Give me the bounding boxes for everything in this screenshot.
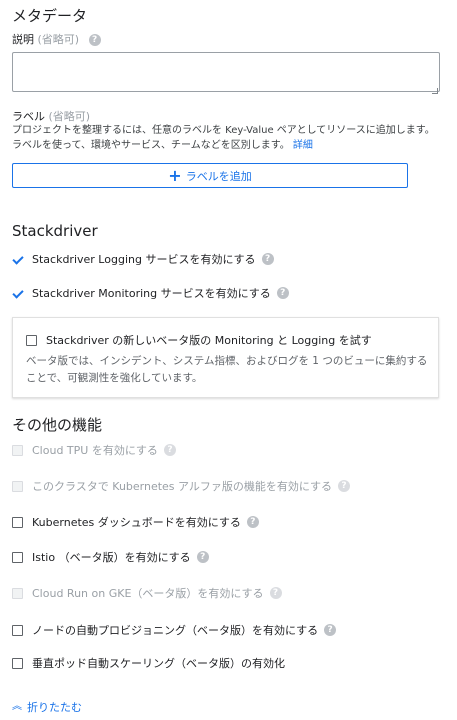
cloud-run-checkbox — [12, 587, 23, 599]
vpa-label: 垂直ポッド自動スケーリング（ベータ版）の有効化 — [32, 657, 285, 670]
cloud-run-option: Cloud Run on GKE（ベータ版）を有効にする ? — [12, 585, 282, 601]
help-icon[interactable]: ? — [276, 287, 289, 299]
alpha-features-option: このクラスタで Kubernetes アルファ版の機能を有効にする ? — [12, 478, 351, 494]
logging-label: Stackdriver Logging サービスを有効にする — [32, 253, 256, 266]
cloud-tpu-option: Cloud TPU を有効にする ? — [12, 442, 176, 458]
node-autoprovisioning-option[interactable]: ノードの自動プロビジョニング（ベータ版）を有効にする ? — [12, 622, 337, 638]
help-icon[interactable]: ? — [269, 587, 282, 599]
monitoring-option[interactable]: Stackdriver Monitoring サービスを有効にする ? — [12, 285, 289, 301]
dashboard-label: Kubernetes ダッシュボードを有効にする — [32, 516, 241, 529]
description-label-row: 説明 (省略可) ? — [12, 31, 101, 47]
alpha-features-label: このクラスタで Kubernetes アルファ版の機能を有効にする — [32, 480, 333, 493]
cloud-tpu-label: Cloud TPU を有効にする — [32, 444, 158, 457]
help-icon[interactable]: ? — [338, 480, 351, 492]
vpa-option[interactable]: 垂直ポッド自動スケーリング（ベータ版）の有効化 — [12, 655, 285, 671]
help-icon[interactable]: ? — [324, 624, 337, 636]
help-icon[interactable]: ? — [88, 34, 101, 46]
labels-hint: プロジェクトを整理するには、任意のラベルを Key-Value ペアとしてリソー… — [12, 123, 444, 153]
cloud-run-label: Cloud Run on GKE（ベータ版）を有効にする — [32, 587, 264, 600]
monitoring-label: Stackdriver Monitoring サービスを有効にする — [32, 287, 271, 300]
learn-more-link[interactable]: 詳細 — [293, 140, 313, 151]
dashboard-checkbox[interactable] — [12, 516, 23, 528]
labels-label-row: ラベル (省略可) — [12, 108, 90, 124]
istio-option[interactable]: Istio （ベータ版）を有効にする ? — [12, 549, 209, 565]
dashboard-option[interactable]: Kubernetes ダッシュボードを有効にする ? — [12, 514, 259, 530]
beta-option[interactable]: Stackdriver の新しいベータ版の Monitoring と Loggi… — [26, 332, 372, 348]
labels-label: ラベル — [12, 110, 45, 123]
description-field[interactable] — [12, 52, 440, 92]
description-label: 説明 — [12, 33, 34, 46]
alpha-features-checkbox — [12, 480, 23, 492]
beta-description: ベータ版では、インシデント、システム指標、およびログを 1 つのビューに集約する… — [26, 355, 428, 384]
help-icon[interactable]: ? — [196, 551, 209, 563]
vpa-checkbox[interactable] — [12, 657, 23, 669]
help-icon[interactable]: ? — [246, 516, 259, 528]
monitoring-checkbox[interactable] — [12, 287, 23, 299]
stackdriver-beta-card: Stackdriver の新しいベータ版の Monitoring と Loggi… — [12, 317, 439, 398]
resize-handle-icon[interactable] — [432, 88, 438, 94]
istio-label: Istio （ベータ版）を有効にする — [32, 551, 191, 564]
cloud-tpu-checkbox — [12, 444, 23, 456]
add-label-button-label: ラベルを追加 — [185, 169, 252, 183]
istio-checkbox[interactable] — [12, 551, 23, 563]
plus-icon: + — [168, 165, 182, 185]
description-field-wrapper — [12, 52, 440, 96]
metadata-heading: メタデータ — [12, 7, 88, 25]
collapse-link[interactable]: ︽ 折りたたむ — [12, 699, 82, 715]
stackdriver-heading: Stackdriver — [12, 222, 98, 240]
beta-label: Stackdriver の新しいベータ版の Monitoring と Loggi… — [46, 334, 372, 347]
add-label-button[interactable]: + ラベルを追加 — [12, 163, 408, 188]
logging-checkbox[interactable] — [12, 253, 23, 265]
node-autoprovisioning-checkbox[interactable] — [12, 624, 23, 636]
beta-checkbox[interactable] — [26, 334, 37, 346]
help-icon[interactable]: ? — [261, 253, 274, 265]
logging-option[interactable]: Stackdriver Logging サービスを有効にする ? — [12, 251, 274, 267]
chevron-up-icon: ︽ — [12, 701, 22, 712]
help-icon[interactable]: ? — [163, 444, 176, 456]
other-features-heading: その他の機能 — [12, 416, 103, 434]
node-autoprovisioning-label: ノードの自動プロビジョニング（ベータ版）を有効にする — [32, 624, 319, 637]
labels-optional: (省略可) — [48, 110, 91, 123]
description-optional: (省略可) — [37, 33, 80, 46]
collapse-label: 折りたたむ — [27, 701, 82, 714]
labels-hint-text: プロジェクトを整理するには、任意のラベルを Key-Value ペアとしてリソー… — [12, 125, 435, 151]
